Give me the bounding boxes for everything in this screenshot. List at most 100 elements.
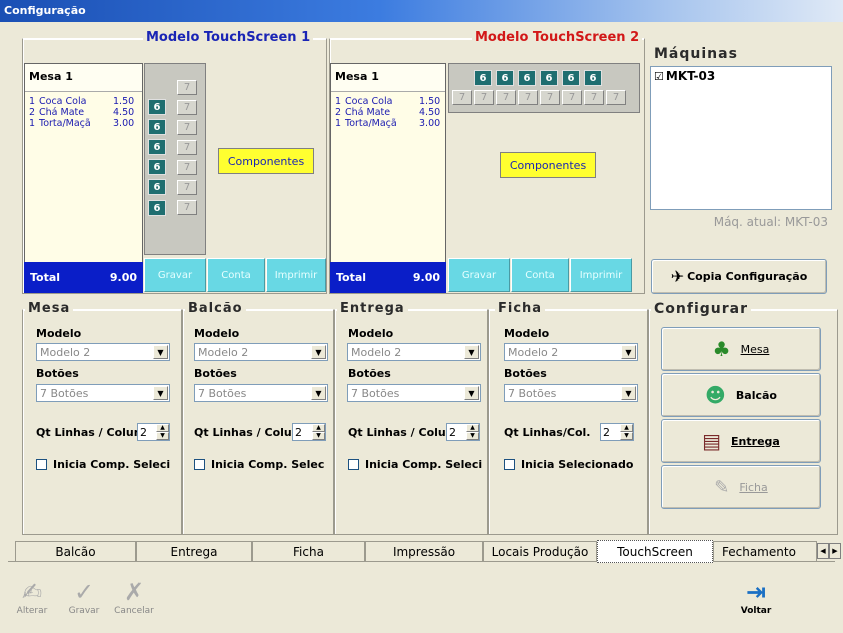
ficha-botoes-select[interactable]: 7 Botões ▼ [504, 384, 638, 402]
ts1-key-7[interactable]: 7 [177, 120, 197, 135]
configurar-entrega-button[interactable]: ▤ Entrega [661, 419, 821, 463]
ts2-key-7[interactable]: 7 [540, 90, 560, 105]
ts1-key-7[interactable]: 7 [177, 80, 197, 95]
ficha-inicia-checkbox[interactable]: Inicia Selecionado [504, 458, 633, 471]
ts1-componentes-button[interactable]: Componentes [218, 148, 314, 174]
cancelar-button[interactable]: ✗ Cancelar [110, 578, 158, 616]
ts1-key-6[interactable]: 6 [148, 99, 166, 115]
ts2-key-6[interactable]: 6 [540, 70, 558, 86]
tab-fechamento[interactable]: Fechamento [713, 541, 817, 561]
ts1-item-list: 1 Coca Cola 1.50 2 Chá Mate 4.50 1 Torta/Maçã… [25, 92, 142, 133]
tab-touchscreen[interactable]: TouchScreen [597, 540, 713, 563]
tab-entrega[interactable]: Entrega [136, 541, 252, 561]
ts2-imprimir-button[interactable]: Imprimir [570, 258, 632, 292]
up-arrow-icon[interactable]: ▲ [466, 424, 479, 432]
table-chairs-icon: ♣ [712, 337, 731, 361]
checked-checkbox-icon[interactable]: ☑ [654, 70, 664, 83]
chevron-down-icon[interactable]: ▼ [311, 345, 326, 359]
entrega-modelo-label: Modelo [348, 327, 394, 340]
chevron-right-icon[interactable]: ▶ [829, 543, 841, 559]
ts2-key-6[interactable]: 6 [518, 70, 536, 86]
chevron-down-icon[interactable]: ▼ [153, 386, 168, 400]
entrega-botoes-select[interactable]: 7 Botões ▼ [347, 384, 481, 402]
down-arrow-icon[interactable]: ▼ [312, 432, 325, 440]
chevron-left-icon[interactable]: ◀ [817, 543, 829, 559]
chevron-down-icon[interactable]: ▼ [311, 386, 326, 400]
entrega-lines-stepper[interactable]: 2 ▲ ▼ [446, 423, 480, 441]
ficha-lines-stepper[interactable]: 2 ▲ ▼ [600, 423, 634, 441]
machine-list-item[interactable]: ☑ MKT-03 [651, 67, 831, 85]
ts1-key-7[interactable]: 7 [177, 140, 197, 155]
ts1-key-6[interactable]: 6 [148, 139, 166, 155]
up-arrow-icon[interactable]: ▲ [156, 424, 169, 432]
balcao-lines-stepper[interactable]: 2 ▲ ▼ [292, 423, 326, 441]
voltar-button[interactable]: ⇥ Voltar [734, 578, 778, 616]
ts2-order-panel: Mesa 1 1 Coca Cola 1.50 2 Chá Mate 4.50 1 Tor… [330, 63, 446, 293]
ticket-icon: ✎ [714, 476, 730, 498]
ts1-key-6[interactable]: 6 [148, 200, 166, 216]
entrega-inicia-checkbox[interactable]: Inicia Comp. Seleci [348, 458, 482, 471]
cancel-x-icon: ✗ [123, 578, 145, 606]
ts2-key-7[interactable]: 7 [584, 90, 604, 105]
tab-locais-producao[interactable]: Locais Produção [483, 541, 597, 561]
balcao-botoes-select[interactable]: 7 Botões ▼ [194, 384, 328, 402]
ts2-key-7[interactable]: 7 [474, 90, 494, 105]
configurar-balcao-button[interactable]: ☻ Balcão [661, 373, 821, 417]
configurar-mesa-button[interactable]: ♣ Mesa [661, 327, 821, 371]
configurar-ficha-button[interactable]: ✎ Ficha [661, 465, 821, 509]
current-machine-label: Máq. atual: MKT-03 [713, 215, 828, 229]
ts1-conta-button[interactable]: Conta [207, 258, 265, 292]
ts2-key-7[interactable]: 7 [496, 90, 516, 105]
up-arrow-icon[interactable]: ▲ [620, 424, 633, 432]
ts2-key-7[interactable]: 7 [606, 90, 626, 105]
ts1-order-panel: Mesa 1 1 Coca Cola 1.50 2 Chá Mate 4.50 1 Tor… [24, 63, 143, 293]
chevron-down-icon[interactable]: ▼ [621, 345, 636, 359]
entrega-modelo-select[interactable]: Modelo 2 ▼ [347, 343, 481, 361]
ts2-gravar-button[interactable]: Gravar [448, 258, 510, 292]
machine-list[interactable]: ☑ MKT-03 [650, 66, 832, 210]
ts2-key-7[interactable]: 7 [518, 90, 538, 105]
ts1-key-7[interactable]: 7 [177, 180, 197, 195]
ts2-key-6[interactable]: 6 [584, 70, 602, 86]
balcao-legend: Balcão [185, 301, 246, 316]
ts2-componentes-button[interactable]: Componentes [500, 152, 596, 178]
balcao-modelo-select[interactable]: Modelo 2 ▼ [194, 343, 328, 361]
ts2-conta-button[interactable]: Conta [511, 258, 569, 292]
ts2-key-6[interactable]: 6 [496, 70, 514, 86]
chevron-down-icon[interactable]: ▼ [464, 345, 479, 359]
ts1-key-6[interactable]: 6 [148, 119, 166, 135]
down-arrow-icon[interactable]: ▼ [620, 432, 633, 440]
ts1-key-7[interactable]: 7 [177, 160, 197, 175]
ts2-key-7[interactable]: 7 [452, 90, 472, 105]
ts1-gravar-button[interactable]: Gravar [144, 258, 206, 292]
configurar-legend: Configurar [651, 301, 751, 317]
up-arrow-icon[interactable]: ▲ [312, 424, 325, 432]
chevron-down-icon[interactable]: ▼ [153, 345, 168, 359]
ts1-imprimir-button[interactable]: Imprimir [266, 258, 326, 292]
tab-ficha[interactable]: Ficha [252, 541, 365, 561]
mesa-inicia-checkbox[interactable]: Inicia Comp. Seleci [36, 458, 170, 471]
chevron-down-icon[interactable]: ▼ [621, 386, 636, 400]
ts1-key-7[interactable]: 7 [177, 200, 197, 215]
mesa-botoes-select[interactable]: 7 Botões ▼ [36, 384, 170, 402]
tab-balcao[interactable]: Balcão [15, 541, 136, 561]
tab-impressao[interactable]: Impressão [365, 541, 483, 561]
down-arrow-icon[interactable]: ▼ [466, 432, 479, 440]
ts1-key-7[interactable]: 7 [177, 100, 197, 115]
balcao-inicia-checkbox[interactable]: Inicia Comp. Selec [194, 458, 324, 471]
mesa-lines-stepper[interactable]: 2 ▲ ▼ [137, 423, 170, 441]
ts2-key-6[interactable]: 6 [562, 70, 580, 86]
alterar-button[interactable]: ✍ Alterar [10, 578, 54, 616]
gravar-button[interactable]: ✓ Gravar [62, 578, 106, 616]
chevron-down-icon[interactable]: ▼ [464, 386, 479, 400]
list-item: 2 Chá Mate 4.50 [335, 107, 441, 118]
ficha-modelo-select[interactable]: Modelo 2 ▼ [504, 343, 638, 361]
waiter-icon: ☻ [705, 383, 726, 407]
copy-config-button[interactable]: ✈ Copia Configuração [651, 259, 827, 294]
mesa-modelo-select[interactable]: Modelo 2 ▼ [36, 343, 170, 361]
down-arrow-icon[interactable]: ▼ [156, 432, 169, 440]
ts1-key-6[interactable]: 6 [148, 179, 166, 195]
ts2-key-7[interactable]: 7 [562, 90, 582, 105]
ts2-key-6[interactable]: 6 [474, 70, 492, 86]
ts1-key-6[interactable]: 6 [148, 159, 166, 175]
